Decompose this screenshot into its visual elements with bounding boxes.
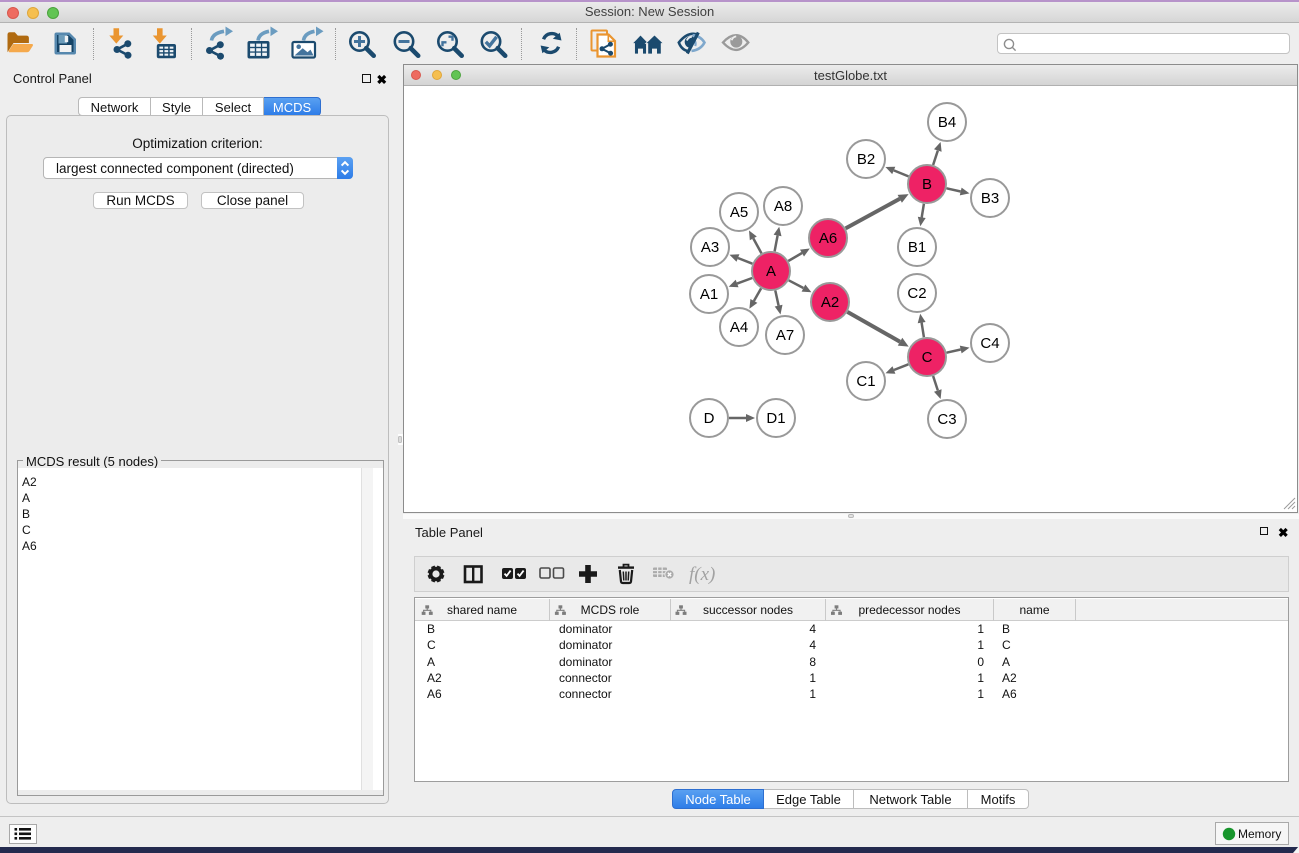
svg-text:C3: C3 xyxy=(937,411,956,428)
svg-text:A5: A5 xyxy=(730,204,748,221)
svg-text:A: A xyxy=(766,263,776,280)
svg-text:C1: C1 xyxy=(856,373,875,390)
svg-text:B4: B4 xyxy=(938,114,956,131)
svg-text:A4: A4 xyxy=(730,319,748,336)
svg-text:f(x): f(x) xyxy=(689,564,715,585)
svg-text:C4: C4 xyxy=(980,335,999,352)
svg-text:B2: B2 xyxy=(857,151,875,168)
svg-text:D1: D1 xyxy=(766,410,785,427)
svg-text:A6: A6 xyxy=(819,230,837,247)
svg-text:B1: B1 xyxy=(908,239,926,256)
svg-text:A7: A7 xyxy=(776,327,794,344)
svg-text:C2: C2 xyxy=(907,285,926,302)
svg-text:A8: A8 xyxy=(774,198,792,215)
svg-text:A3: A3 xyxy=(701,239,719,256)
svg-text:D: D xyxy=(704,410,715,427)
svg-text:B: B xyxy=(922,176,932,193)
svg-text:A1: A1 xyxy=(700,286,718,303)
svg-text:C: C xyxy=(922,349,933,366)
svg-text:A2: A2 xyxy=(821,294,839,311)
svg-text:B3: B3 xyxy=(981,190,999,207)
